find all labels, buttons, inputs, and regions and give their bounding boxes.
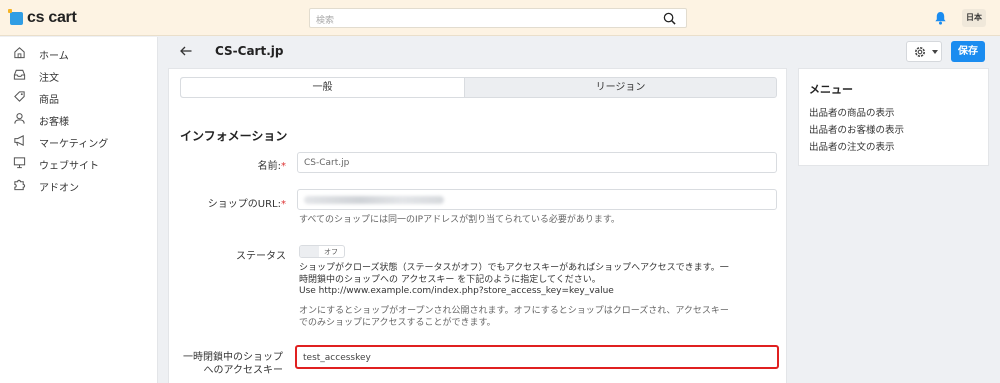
- sidebar-item-label: 注文: [39, 73, 59, 84]
- status-description: ショップがクローズ状態（ステータスがオフ）でもアクセスキーがあればショップへアク…: [299, 263, 729, 296]
- link-vendor-customers[interactable]: 出品者のお客様の表示: [809, 122, 904, 136]
- sidebar-item-label: マーケティング: [39, 139, 109, 150]
- inbox-icon: [13, 69, 26, 80]
- sidebar-item-label: ウェブサイト: [39, 161, 99, 172]
- puzzle-icon: [14, 179, 26, 191]
- sidebar-item-label: お客様: [39, 117, 69, 128]
- bell-icon[interactable]: [934, 11, 947, 25]
- status-toggle[interactable]: オフ: [299, 245, 345, 258]
- status-help-text: オンにするとショップがオープンされ公開されます。オフにするとショップはクローズさ…: [299, 306, 729, 328]
- url-field[interactable]: [297, 189, 777, 210]
- search-placeholder: 検索: [316, 16, 335, 26]
- tab-regions[interactable]: リージョン: [465, 78, 776, 97]
- link-vendor-orders[interactable]: 出品者の注文の表示: [809, 139, 895, 153]
- sidebar-item-label: 商品: [39, 95, 59, 106]
- sidebar-item-website[interactable]: ウェブサイト: [0, 152, 158, 174]
- access-key-label: 一時閉鎖中のショップ へのアクセスキー: [183, 352, 283, 376]
- name-value: CS-Cart.jp: [304, 158, 350, 168]
- sidebar-item-label: アドオン: [39, 183, 79, 194]
- monitor-icon: [13, 157, 26, 169]
- access-key-value: test_accesskey: [303, 353, 371, 363]
- megaphone-icon: [14, 135, 24, 146]
- search-input[interactable]: 検索: [309, 8, 687, 28]
- side-menu-panel: メニュー 出品者の商品の表示 出品者のお客様の表示 出品者の注文の表示: [798, 68, 989, 166]
- side-menu-title: メニュー: [809, 83, 853, 96]
- gear-icon: [915, 47, 925, 57]
- save-button[interactable]: 保存: [951, 41, 985, 62]
- link-vendor-products[interactable]: 出品者の商品の表示: [809, 105, 895, 119]
- sidebar-item-home[interactable]: ホーム: [0, 42, 158, 64]
- sidebar-item-orders[interactable]: 注文: [0, 64, 158, 86]
- tab-general[interactable]: 一般: [181, 78, 465, 97]
- home-icon: [14, 47, 25, 59]
- page-title: CS-Cart.jp: [215, 44, 284, 58]
- tag-icon: [14, 91, 25, 102]
- toggle-state-label: オフ: [324, 248, 338, 256]
- search-icon[interactable]: [663, 12, 676, 25]
- tab-bar: 一般 リージョン: [180, 77, 777, 98]
- sidebar-item-products[interactable]: 商品: [0, 86, 158, 108]
- blurred-url-value: [304, 196, 444, 204]
- logo[interactable]: cs cart: [8, 8, 77, 27]
- name-field[interactable]: CS-Cart.jp: [297, 152, 777, 173]
- url-label: ショップのURL:*: [207, 199, 286, 210]
- settings-dropdown-button[interactable]: [906, 41, 942, 62]
- sidebar-item-marketing[interactable]: マーケティング: [0, 130, 158, 152]
- status-label: ステータス: [236, 251, 286, 262]
- chevron-down-icon: [932, 50, 938, 54]
- logo-text: cs cart: [27, 9, 77, 26]
- url-help-text: すべてのショップには同一のIPアドレスが割り当てられている必要があります。: [299, 215, 620, 225]
- main-form-panel: 一般 リージョン インフォメーション 名前:* CS-Cart.jp ショップの…: [168, 68, 787, 383]
- sidebar-item-customers[interactable]: お客様: [0, 108, 158, 130]
- back-arrow-icon[interactable]: [180, 46, 192, 56]
- toggle-knob: [300, 246, 319, 257]
- section-title: インフォメーション: [180, 129, 288, 143]
- sidebar: ホーム 注文 商品 お客様 マーケティング ウェブサイト アドオン: [0, 37, 158, 383]
- access-key-field[interactable]: test_accesskey: [295, 345, 779, 369]
- top-bar: cs cart 検索 日本: [0, 0, 1000, 36]
- language-selector[interactable]: 日本: [962, 9, 986, 27]
- name-label: 名前:*: [257, 161, 286, 172]
- sidebar-item-label: ホーム: [39, 51, 69, 62]
- logo-mark: [8, 8, 23, 25]
- user-icon: [14, 113, 25, 124]
- sidebar-item-addons[interactable]: アドオン: [0, 174, 158, 196]
